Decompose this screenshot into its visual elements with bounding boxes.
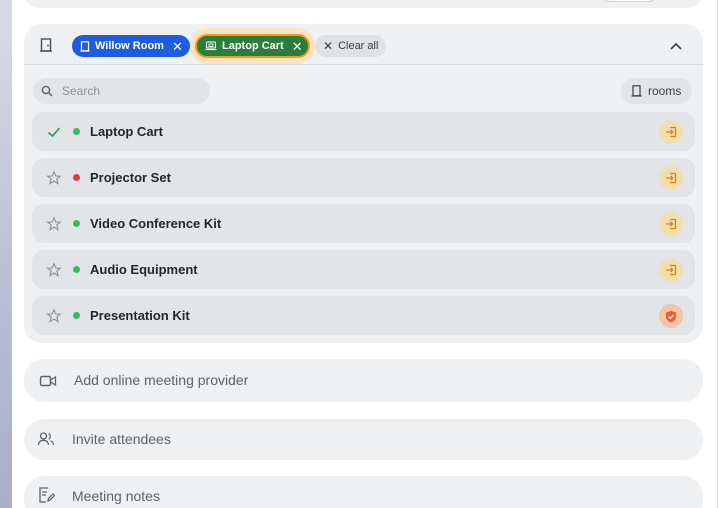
status-dot-available (73, 220, 80, 227)
resource-name: Audio Equipment (90, 262, 198, 277)
video-camera-icon (39, 375, 57, 387)
previous-section-control[interactable] (603, 0, 655, 2)
selected-chip-willow-room[interactable]: Willow Room ✕ (72, 35, 190, 57)
clear-all-label: Clear all (338, 40, 379, 52)
chip-label: Willow Room (95, 40, 164, 52)
resource-name: Video Conference Kit (90, 216, 222, 231)
chip-label: Laptop Cart (222, 40, 284, 52)
chevron-up-icon (670, 42, 682, 50)
enter-icon (666, 126, 677, 138)
resource-row-projector-set[interactable]: Projector Set (32, 158, 695, 197)
shield-check-icon (666, 310, 676, 322)
resource-row-laptop-cart[interactable]: Laptop Cart (32, 112, 695, 151)
collapse-button[interactable] (666, 36, 686, 56)
book-resource-button[interactable] (659, 258, 683, 282)
rooms-filter-button[interactable]: rooms (621, 78, 692, 104)
star-icon[interactable] (46, 216, 62, 232)
close-icon: ✕ (323, 39, 334, 53)
resource-picker-panel: Willow Room ✕ Laptop Cart ✕ ✕ Clear all (24, 24, 703, 343)
door-icon (631, 85, 642, 97)
remove-chip-icon[interactable]: ✕ (292, 40, 303, 53)
star-icon[interactable] (46, 170, 62, 186)
enter-icon (666, 264, 677, 276)
book-resource-button[interactable] (659, 166, 683, 190)
selected-chip-laptop-cart[interactable]: Laptop Cart ✕ (195, 34, 310, 58)
meeting-notes-button[interactable]: Meeting notes (24, 476, 703, 508)
invite-attendees-button[interactable]: Invite attendees (24, 419, 703, 460)
background-window-edge (0, 0, 12, 508)
scroll-gutter (717, 0, 727, 508)
previous-section-card (24, 0, 703, 8)
resource-name: Presentation Kit (90, 308, 190, 323)
notes-edit-icon (39, 487, 55, 503)
enter-icon (666, 218, 677, 230)
resource-name: Laptop Cart (90, 124, 163, 139)
resource-list: Laptop Cart Projector Set Video Conferen… (32, 112, 695, 342)
resource-name: Projector Set (90, 170, 171, 185)
star-icon[interactable] (46, 308, 62, 324)
enter-icon (666, 172, 677, 184)
door-icon (40, 38, 52, 52)
search-icon (41, 85, 53, 97)
status-dot-available (73, 266, 80, 273)
door-icon (80, 40, 90, 52)
status-dot-available (73, 312, 80, 319)
clear-all-button[interactable]: ✕ Clear all (315, 35, 386, 57)
resource-row-audio-equipment[interactable]: Audio Equipment (32, 250, 695, 289)
meeting-notes-label: Meeting notes (72, 488, 160, 504)
star-icon[interactable] (46, 262, 62, 278)
checkmark-icon (47, 127, 61, 138)
search-field[interactable] (33, 78, 210, 104)
resource-row-presentation-kit[interactable]: Presentation Kit (32, 296, 695, 335)
book-resource-button[interactable] (659, 120, 683, 144)
status-dot-available (73, 128, 80, 135)
remove-chip-icon[interactable]: ✕ (172, 40, 183, 53)
rooms-filter-label: rooms (648, 84, 682, 98)
laptop-cart-icon (205, 41, 217, 51)
add-online-meeting-provider-label: Add online meeting provider (74, 372, 249, 388)
resource-picker-header: Willow Room ✕ Laptop Cart ✕ ✕ Clear all (24, 24, 703, 65)
invite-attendees-label: Invite attendees (72, 431, 171, 447)
search-input[interactable] (62, 84, 192, 98)
book-resource-button[interactable] (659, 212, 683, 236)
restricted-resource-button[interactable] (659, 304, 683, 328)
people-icon (37, 432, 55, 446)
add-online-meeting-provider-button[interactable]: Add online meeting provider (24, 359, 703, 402)
resource-row-video-conference-kit[interactable]: Video Conference Kit (32, 204, 695, 243)
status-dot-unavailable (73, 174, 80, 181)
